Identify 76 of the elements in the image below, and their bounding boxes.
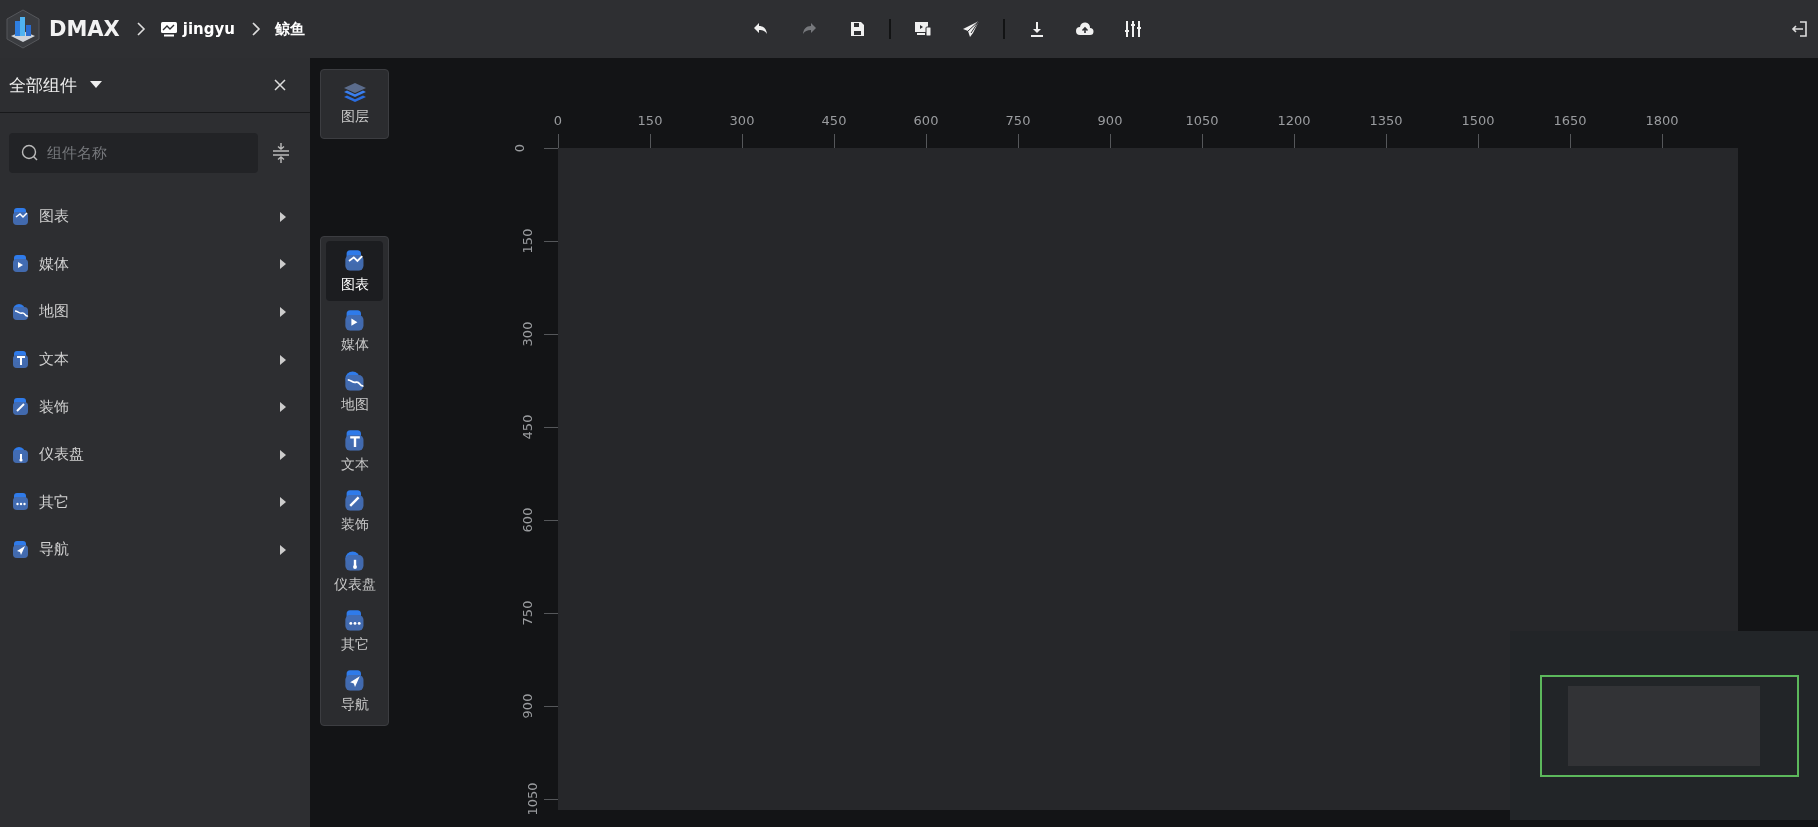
ruler-label: 0 — [513, 143, 528, 153]
layers-icon — [342, 82, 367, 104]
category-label: 地图 — [39, 302, 70, 322]
ruler-label: 150 — [637, 113, 663, 128]
expand-arrow-icon — [280, 544, 286, 555]
decoration-icon — [11, 397, 31, 418]
category-item[interactable]: 媒体 — [0, 240, 310, 289]
category-label: 图表 — [39, 207, 70, 227]
caret-icon — [90, 81, 102, 89]
logo-text: DMAX — [49, 17, 120, 41]
search-field[interactable]: 组件名称 — [9, 133, 258, 173]
breadcrumb-link[interactable]: 鲸鱼 — [274, 19, 305, 39]
gauge-icon — [11, 444, 31, 465]
more-icon — [11, 492, 31, 513]
collapse-icon[interactable] — [270, 140, 292, 166]
dock-tab[interactable]: 图表 — [326, 241, 383, 301]
ruler-label: 1350 — [1369, 113, 1403, 128]
text-icon — [11, 349, 31, 370]
category-item[interactable]: 文本 — [0, 335, 310, 384]
dock-tab[interactable]: 仪表盘 — [326, 541, 383, 601]
category-label: 文本 — [39, 350, 70, 370]
ruler-label: 450 — [521, 414, 536, 440]
category-label: 装饰 — [39, 397, 70, 417]
dock-tab[interactable]: 装饰 — [326, 481, 383, 541]
expand-arrow-icon — [280, 354, 286, 365]
viewport-frame[interactable] — [1539, 674, 1799, 777]
globe-icon — [11, 302, 31, 322]
ruler-label: 150 — [521, 228, 536, 254]
ruler-label: 1200 — [1277, 113, 1311, 128]
expand-arrow-icon — [280, 211, 286, 222]
dock-tab[interactable]: 其它 — [326, 601, 383, 661]
expand-arrow-icon — [280, 449, 286, 460]
chevron-icon — [135, 22, 146, 36]
ruler-label: 1800 — [1645, 113, 1679, 128]
breadcrumb-link[interactable]: jingyu — [182, 20, 235, 38]
ruler-label: 300 — [521, 321, 536, 347]
monitor-icon — [159, 21, 178, 37]
logo-icon — [5, 9, 41, 49]
ruler-label: 900 — [1097, 113, 1123, 128]
category-label: 导航 — [39, 540, 70, 560]
ruler-label: 600 — [521, 507, 536, 533]
globe-icon — [342, 368, 367, 393]
category-item[interactable]: 其它 — [0, 478, 310, 527]
navigation-icon — [11, 539, 31, 560]
ruler-label: 1050 — [525, 782, 540, 816]
ruler-label: 600 — [913, 113, 939, 128]
category-label: 其它 — [39, 492, 70, 512]
ruler-label: 300 — [729, 113, 755, 128]
ruler-label: 750 — [1005, 113, 1031, 128]
layers-button[interactable]: 图层 — [320, 69, 389, 139]
dock-tab[interactable]: 地图 — [326, 361, 383, 421]
expand-arrow-icon — [280, 402, 286, 413]
category-label: 媒体 — [39, 254, 70, 274]
expand-arrow-icon — [280, 259, 286, 270]
category-label: 仪表盘 — [39, 445, 85, 465]
ruler-label: 900 — [521, 693, 536, 719]
category-item[interactable]: 图表 — [0, 193, 310, 241]
media-icon — [11, 254, 31, 275]
ruler-label: 450 — [821, 113, 847, 128]
category-dropdown[interactable]: 全部组件 — [9, 73, 102, 97]
ruler-label: 1650 — [1553, 113, 1587, 128]
category-item[interactable]: 装饰 — [0, 383, 310, 431]
category-item[interactable]: 地图 — [0, 288, 310, 336]
ruler-label: 750 — [521, 600, 536, 626]
expand-arrow-icon — [280, 307, 286, 317]
expand-arrow-icon — [280, 497, 286, 508]
dock-tab[interactable]: 导航 — [326, 661, 383, 721]
category-item[interactable]: 导航 — [0, 526, 310, 574]
ruler-label: 0 — [553, 113, 563, 128]
category-item[interactable]: 仪表盘 — [0, 430, 310, 479]
chart-icon — [11, 206, 31, 227]
ruler-label: 1500 — [1461, 113, 1495, 128]
chevron-icon — [250, 22, 261, 36]
dock-tab[interactable]: 媒体 — [326, 301, 383, 361]
dock-tab[interactable]: 文本 — [326, 421, 383, 481]
ruler-label: 1050 — [1185, 113, 1219, 128]
